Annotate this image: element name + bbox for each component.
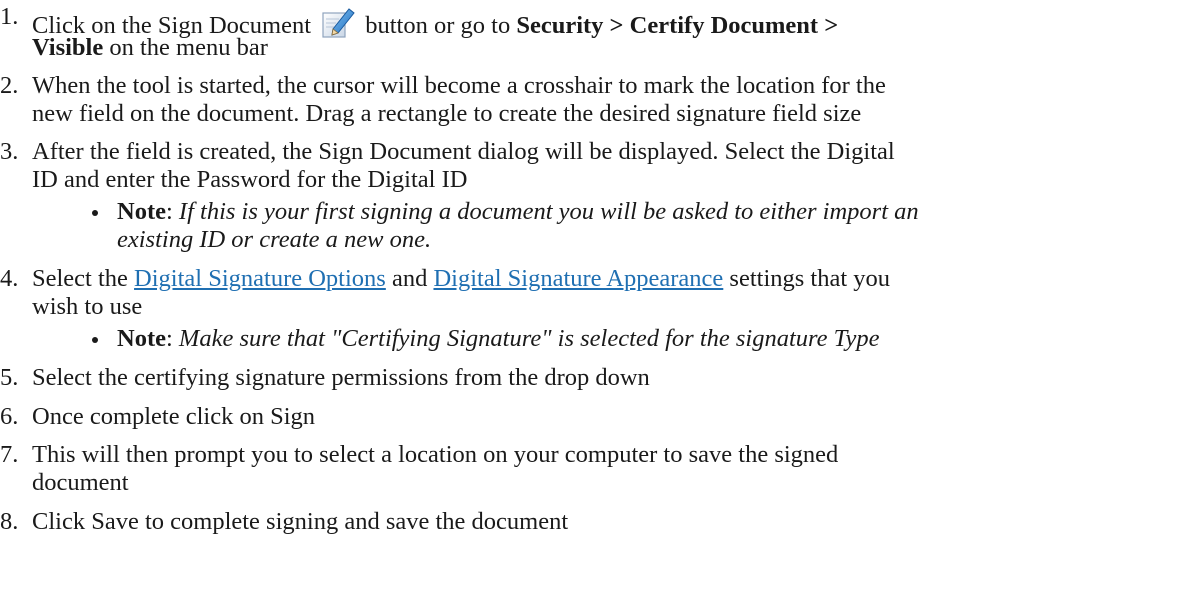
step-text: After the field is created, the Sign Doc… <box>32 138 895 165</box>
bullet-icon <box>92 337 98 343</box>
step-text: Once complete click on Sign <box>32 403 316 430</box>
step-text: document <box>32 469 129 496</box>
step-text: settings that you <box>729 265 891 292</box>
menu-path: Visible <box>32 34 104 61</box>
digital-signature-options-link[interactable]: Digital Signature Options <box>134 265 386 292</box>
step-text: Select the <box>32 265 128 292</box>
step-text: Click Save to complete signing and save … <box>32 508 569 535</box>
step-text: and <box>391 265 428 292</box>
step-text: button or go to <box>365 12 511 39</box>
step-text: Select the certifying signature permissi… <box>32 364 650 391</box>
note-text: If this is your first signing a document… <box>178 198 919 225</box>
step-number: 8. <box>0 508 19 535</box>
step-text: wish to use <box>32 293 143 320</box>
step-number: 7. <box>0 441 19 468</box>
step-text: This will then prompt you to select a lo… <box>32 441 839 468</box>
step-number: 4. <box>0 265 19 292</box>
menu-path: Security > Certify Document > <box>516 12 839 39</box>
step-number: 6. <box>0 403 19 430</box>
step-text: ID and enter the Password for the Digita… <box>32 166 468 193</box>
digital-signature-appearance-link[interactable]: Digital Signature Appearance <box>433 265 723 292</box>
sign-document-icon[interactable] <box>321 5 355 39</box>
note-text: Make sure that "Certifying Signature" is… <box>178 325 880 352</box>
note-text: existing ID or create a new one. <box>117 226 432 253</box>
step-text: new field on the document. Drag a rectan… <box>32 100 862 127</box>
step-text: When the tool is started, the cursor wil… <box>32 72 886 99</box>
note-label: Note <box>117 198 166 225</box>
note-label: Note <box>117 325 166 352</box>
step-text: on the menu bar <box>109 34 268 61</box>
step-number: 2. <box>0 72 19 99</box>
bullet-icon <box>92 210 98 216</box>
step-number: 1. <box>0 3 19 30</box>
step-number: 3. <box>0 138 19 165</box>
step-number: 5. <box>0 364 19 391</box>
